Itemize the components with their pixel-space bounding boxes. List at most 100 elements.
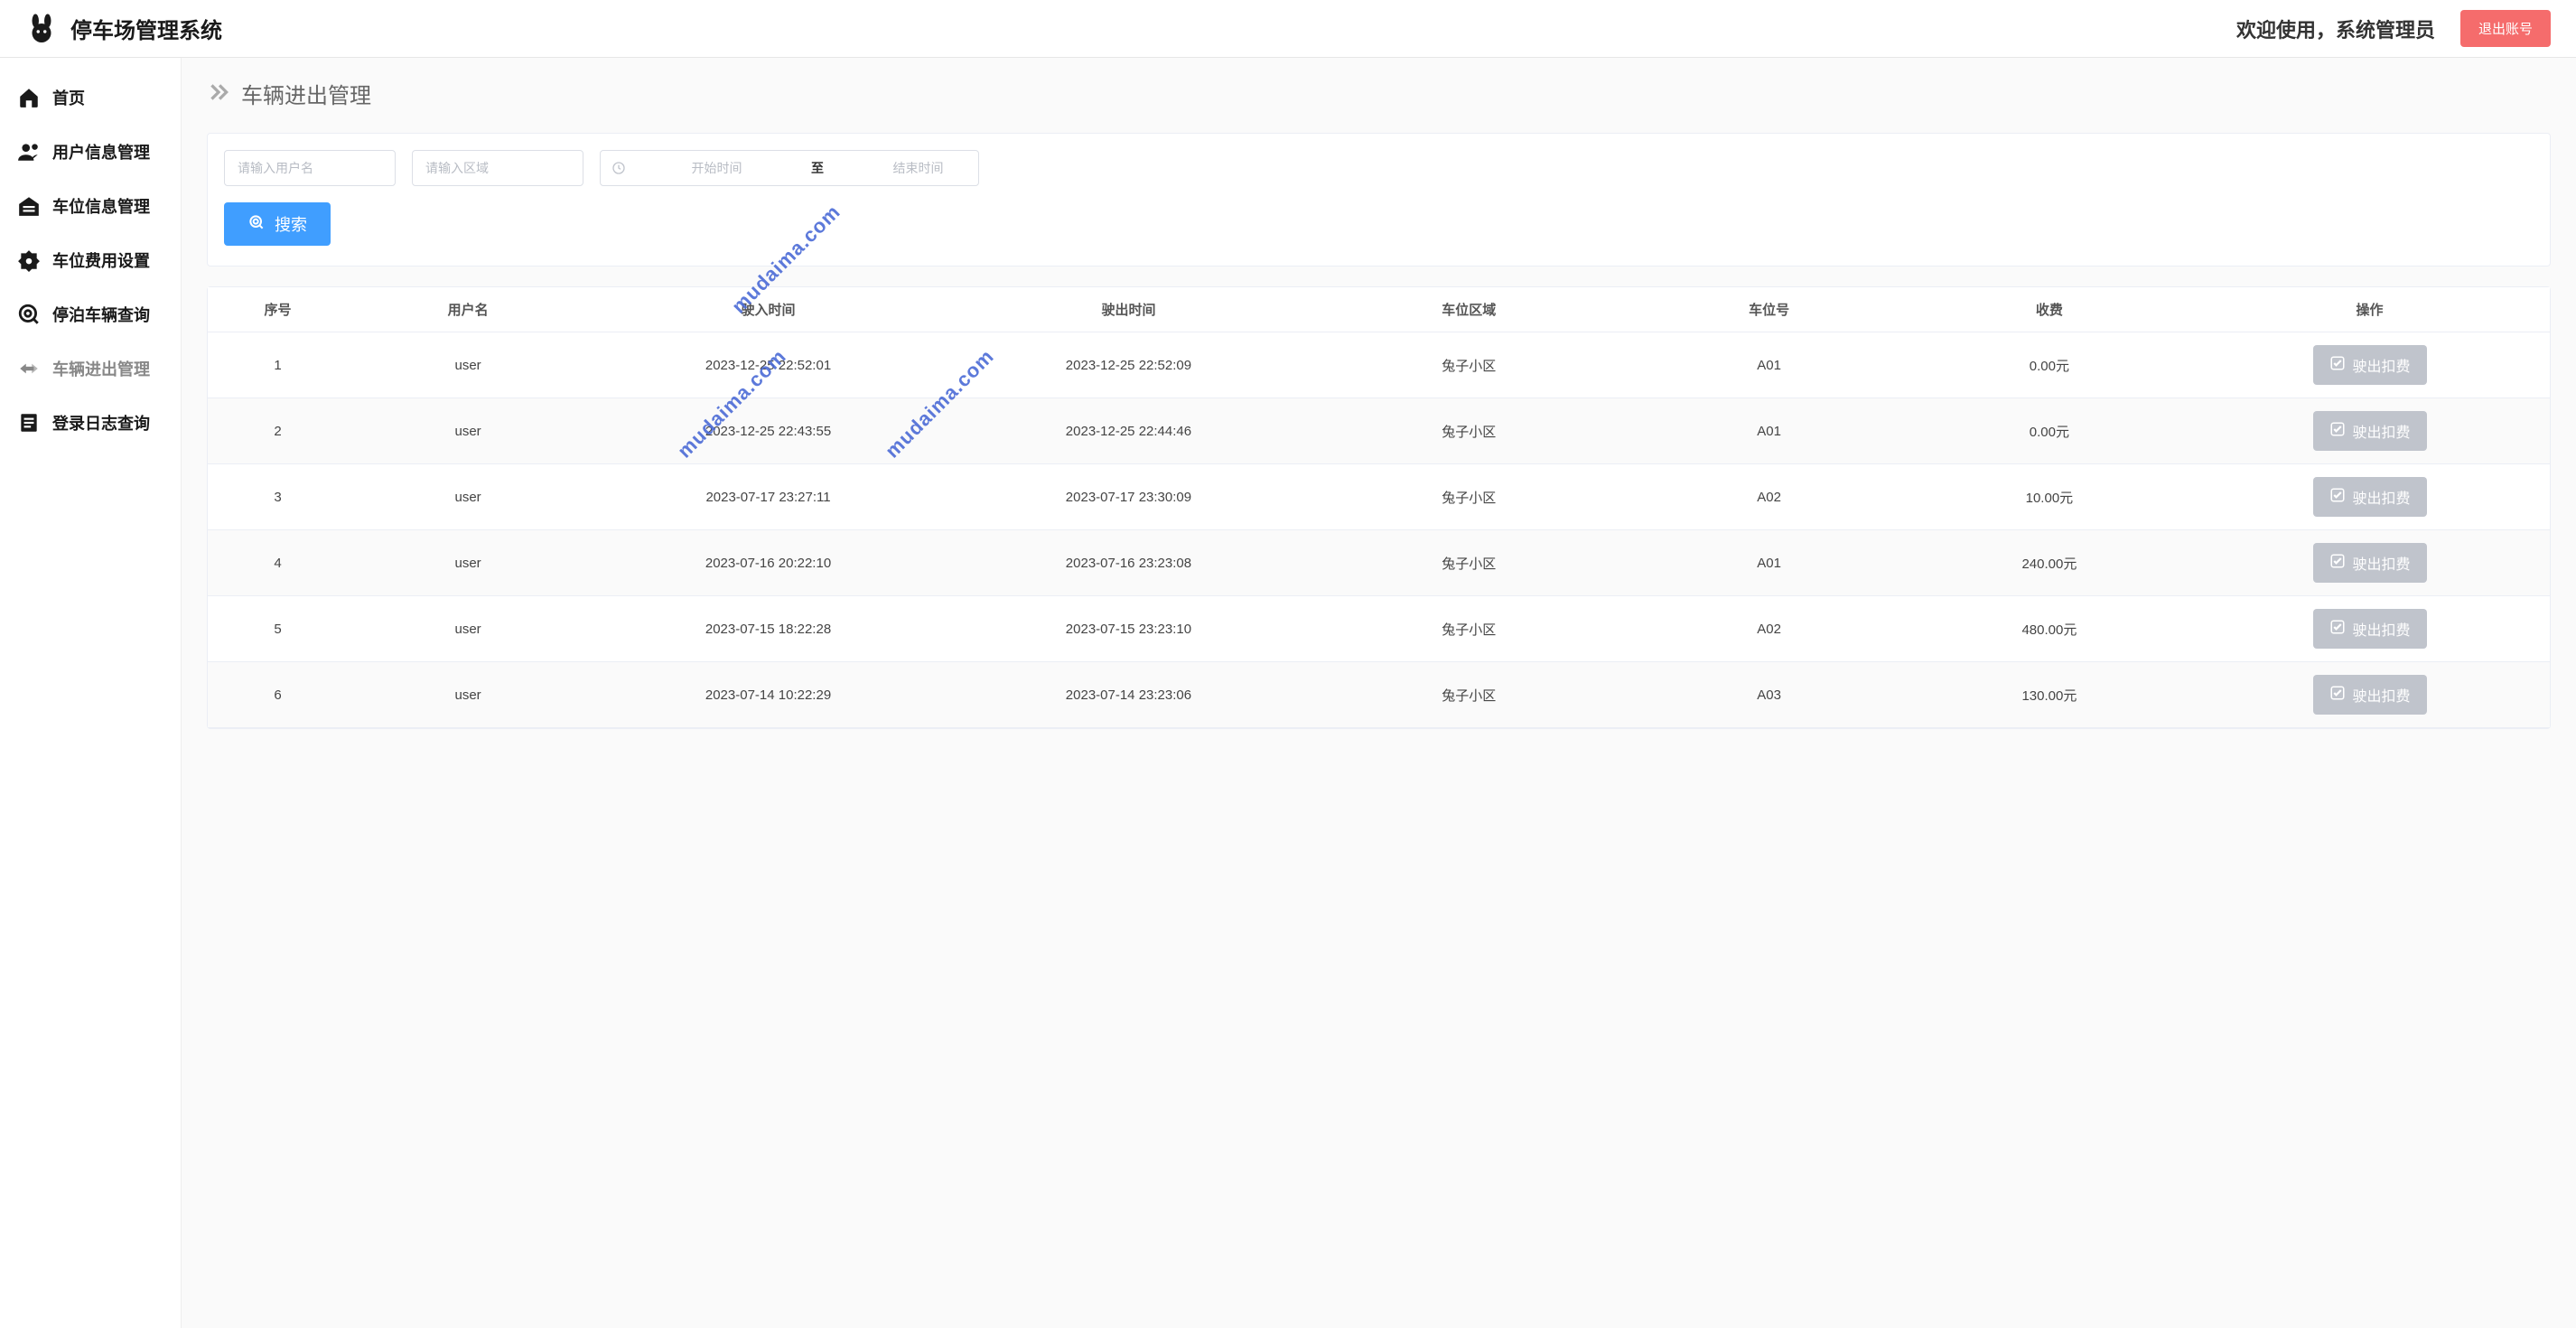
cell-op: 驶出扣费 <box>2189 398 2550 464</box>
area-input[interactable] <box>412 150 583 186</box>
sidebar-item-label: 停泊车辆查询 <box>52 303 150 326</box>
checkout-button[interactable]: 驶出扣费 <box>2313 675 2427 715</box>
cell-op: 驶出扣费 <box>2189 464 2550 530</box>
table-header: 收费 <box>1909 287 2189 332</box>
search-icon <box>247 213 266 236</box>
username-input[interactable] <box>224 150 396 186</box>
cell-out-time: 2023-12-25 22:52:09 <box>948 332 1309 398</box>
cell-fee: 0.00元 <box>1909 398 2189 464</box>
welcome-text: 欢迎使用，系统管理员 <box>2236 14 2435 43</box>
cell-slot: A02 <box>1629 464 1909 530</box>
cell-user: user <box>348 662 588 728</box>
sidebar-item-label: 车位费用设置 <box>52 248 150 272</box>
chevrons-right-icon <box>207 80 230 107</box>
cell-in-time: 2023-07-16 20:22:10 <box>588 530 948 596</box>
cell-fee: 0.00元 <box>1909 332 2189 398</box>
table-header: 驶入时间 <box>588 287 948 332</box>
cell-out-time: 2023-07-16 23:23:08 <box>948 530 1309 596</box>
table-header: 车位区域 <box>1309 287 1629 332</box>
sidebar-item-2[interactable]: 车位信息管理 <box>0 179 181 233</box>
cell-fee: 10.00元 <box>1909 464 2189 530</box>
sidebar-item-1[interactable]: 用户信息管理 <box>0 125 181 179</box>
cell-in-time: 2023-07-14 10:22:29 <box>588 662 948 728</box>
search-bar: 至 <box>224 150 2534 186</box>
header-left: 停车场管理系统 <box>25 13 222 45</box>
check-icon <box>2329 685 2346 706</box>
cell-user: user <box>348 332 588 398</box>
cell-area: 兔子小区 <box>1309 332 1629 398</box>
end-date-input[interactable] <box>836 161 1000 175</box>
user-icon <box>16 139 42 164</box>
main-content: 车辆进出管理 至 搜索 <box>181 58 2576 1328</box>
sidebar-item-5[interactable]: 车辆进出管理 <box>0 341 181 396</box>
search-button[interactable]: 搜索 <box>224 202 331 246</box>
cell-user: user <box>348 464 588 530</box>
cell-area: 兔子小区 <box>1309 530 1629 596</box>
sidebar-item-label: 首页 <box>52 86 85 109</box>
cell-slot: A01 <box>1629 332 1909 398</box>
sidebar-item-6[interactable]: 登录日志查询 <box>0 396 181 450</box>
checkout-button[interactable]: 驶出扣费 <box>2313 609 2427 649</box>
cell-out-time: 2023-07-15 23:23:10 <box>948 596 1309 662</box>
check-icon <box>2329 553 2346 574</box>
cell-fee: 130.00元 <box>1909 662 2189 728</box>
cell-area: 兔子小区 <box>1309 398 1629 464</box>
date-range-picker[interactable]: 至 <box>600 150 979 186</box>
checkout-label: 驶出扣费 <box>2353 354 2411 376</box>
cell-in-time: 2023-07-17 23:27:11 <box>588 464 948 530</box>
start-date-input[interactable] <box>635 161 798 175</box>
inout-icon <box>16 356 42 381</box>
search-button-label: 搜索 <box>275 212 307 236</box>
sidebar-item-4[interactable]: 停泊车辆查询 <box>0 287 181 341</box>
checkout-button[interactable]: 驶出扣费 <box>2313 543 2427 583</box>
cell-fee: 480.00元 <box>1909 596 2189 662</box>
table-header: 序号 <box>208 287 348 332</box>
search-card: 至 搜索 <box>207 133 2551 267</box>
cell-out-time: 2023-12-25 22:44:46 <box>948 398 1309 464</box>
table-row: 2user2023-12-25 22:43:552023-12-25 22:44… <box>208 398 2550 464</box>
checkout-label: 驶出扣费 <box>2353 618 2411 640</box>
cell-op: 驶出扣费 <box>2189 662 2550 728</box>
logout-button[interactable]: 退出账号 <box>2460 10 2551 47</box>
cell-idx: 6 <box>208 662 348 728</box>
cell-area: 兔子小区 <box>1309 662 1629 728</box>
cell-out-time: 2023-07-14 23:23:06 <box>948 662 1309 728</box>
checkout-button[interactable]: 驶出扣费 <box>2313 477 2427 517</box>
garage-icon <box>16 193 42 219</box>
table-row: 5user2023-07-15 18:22:282023-07-15 23:23… <box>208 596 2550 662</box>
table-row: 3user2023-07-17 23:27:112023-07-17 23:30… <box>208 464 2550 530</box>
cell-idx: 1 <box>208 332 348 398</box>
check-icon <box>2329 355 2346 376</box>
cell-op: 驶出扣费 <box>2189 530 2550 596</box>
clock-icon <box>611 161 626 175</box>
sidebar-item-label: 登录日志查询 <box>52 411 150 435</box>
fee-icon <box>16 248 42 273</box>
table-card: 序号用户名驶入时间驶出时间车位区域车位号收费操作 1user2023-12-25… <box>207 286 2551 729</box>
table-row: 4user2023-07-16 20:22:102023-07-16 23:23… <box>208 530 2550 596</box>
cell-slot: A01 <box>1629 530 1909 596</box>
checkout-button[interactable]: 驶出扣费 <box>2313 411 2427 451</box>
cell-area: 兔子小区 <box>1309 596 1629 662</box>
cell-user: user <box>348 596 588 662</box>
home-icon <box>16 85 42 110</box>
cell-slot: A02 <box>1629 596 1909 662</box>
cell-slot: A03 <box>1629 662 1909 728</box>
table-header: 操作 <box>2189 287 2550 332</box>
header-right: 欢迎使用，系统管理员 退出账号 <box>2236 10 2551 47</box>
check-icon <box>2329 421 2346 442</box>
header: 停车场管理系统 欢迎使用，系统管理员 退出账号 <box>0 0 2576 58</box>
table-header: 车位号 <box>1629 287 1909 332</box>
sidebar-item-0[interactable]: 首页 <box>0 70 181 125</box>
sidebar-item-3[interactable]: 车位费用设置 <box>0 233 181 287</box>
check-icon <box>2329 619 2346 640</box>
cell-idx: 2 <box>208 398 348 464</box>
table-row: 1user2023-12-25 22:52:012023-12-25 22:52… <box>208 332 2550 398</box>
checkout-button[interactable]: 驶出扣费 <box>2313 345 2427 385</box>
page-title-row: 车辆进出管理 <box>207 78 2551 109</box>
cell-idx: 5 <box>208 596 348 662</box>
cell-idx: 4 <box>208 530 348 596</box>
cell-op: 驶出扣费 <box>2189 596 2550 662</box>
table-header: 用户名 <box>348 287 588 332</box>
cell-in-time: 2023-07-15 18:22:28 <box>588 596 948 662</box>
cell-idx: 3 <box>208 464 348 530</box>
